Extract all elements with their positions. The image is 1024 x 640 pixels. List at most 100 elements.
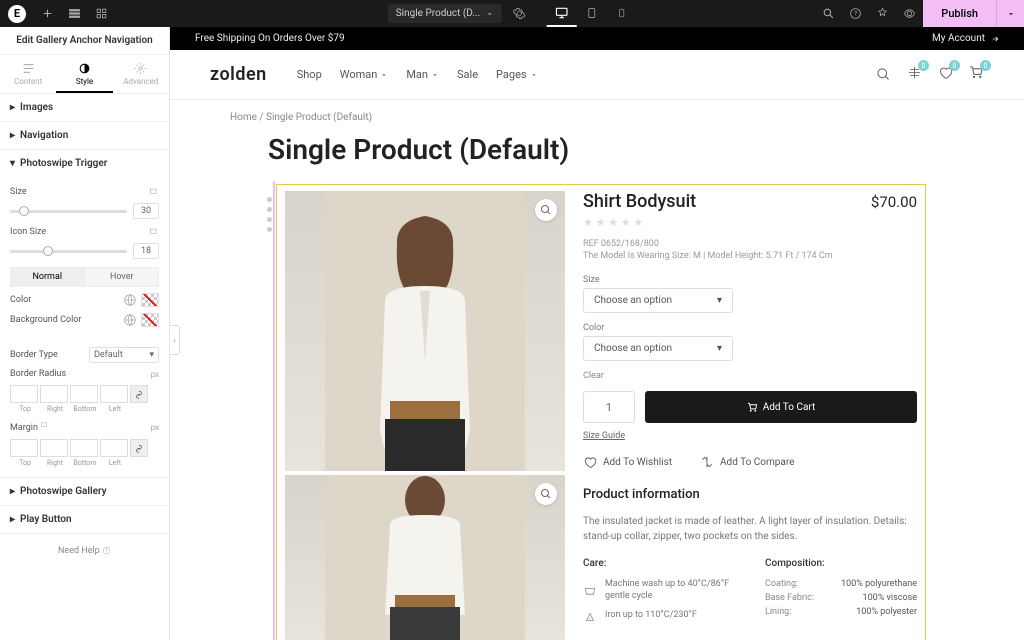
responsive-icon[interactable] <box>149 227 159 237</box>
radius-right[interactable] <box>40 385 68 403</box>
zoom-icon[interactable] <box>535 483 557 505</box>
tablet-device-icon[interactable] <box>576 0 606 27</box>
nav-woman[interactable]: Woman <box>340 68 389 81</box>
product-name: Shirt Bodysuit <box>583 191 696 212</box>
add-to-cart-button[interactable]: Add To Cart <box>645 391 917 423</box>
color-select[interactable]: Choose an option▾ <box>583 336 733 361</box>
tab-style[interactable]: Style <box>56 55 112 93</box>
product-image-1[interactable] <box>285 191 565 471</box>
nav-sale[interactable]: Sale <box>457 68 478 81</box>
search-icon[interactable] <box>815 0 842 27</box>
margin-left[interactable] <box>100 439 128 457</box>
radius-link-icon[interactable] <box>130 385 148 403</box>
radius-bottom[interactable] <box>70 385 98 403</box>
margin-link-icon[interactable] <box>130 439 148 457</box>
clear-link[interactable]: Clear <box>583 371 917 381</box>
color-label: Color <box>583 323 917 333</box>
margin-bottom[interactable] <box>70 439 98 457</box>
composition-title: Composition: <box>765 558 917 569</box>
quantity-input[interactable]: 1 <box>583 391 635 423</box>
breadcrumb-home[interactable]: Home <box>230 112 257 123</box>
care-title: Care: <box>583 558 735 569</box>
icon-size-input[interactable] <box>133 243 159 259</box>
size-input[interactable] <box>133 203 159 219</box>
section-photoswipe-gallery[interactable]: ▸ Photoswipe Gallery <box>0 478 169 505</box>
product-price: $70.00 <box>871 193 917 211</box>
bg-color-picker[interactable] <box>141 313 159 327</box>
radius-top[interactable] <box>10 385 38 403</box>
comp-row: Base Fabric:100% viscose <box>765 593 917 603</box>
global-bg-icon[interactable] <box>123 313 137 327</box>
margin-label: Margin <box>10 421 49 433</box>
nav-shop[interactable]: Shop <box>297 68 322 81</box>
color-picker[interactable] <box>141 293 159 307</box>
mobile-device-icon[interactable] <box>606 0 636 27</box>
add-compare-button[interactable]: Add To Compare <box>700 455 794 469</box>
breadcrumb: Home / Single Product (Default) <box>170 100 1024 123</box>
radius-left[interactable] <box>100 385 128 403</box>
add-wishlist-button[interactable]: Add To Wishlist <box>583 455 672 469</box>
help-icon[interactable]: ? <box>842 0 869 27</box>
zoom-icon[interactable] <box>535 199 557 221</box>
state-normal[interactable]: Normal <box>10 267 85 287</box>
responsive-icon[interactable] <box>149 187 159 197</box>
comp-row: Lining:100% polyester <box>765 607 917 617</box>
care-item: Iron up to 110°C/230°F <box>583 610 735 624</box>
color-label: Color <box>10 295 31 305</box>
tab-content[interactable]: Content <box>0 55 56 93</box>
site-logo[interactable]: zolden <box>210 64 267 85</box>
comp-row: Coating:100% polyurethane <box>765 579 917 589</box>
document-selector[interactable]: Single Product (D... <box>388 4 502 23</box>
product-info-title: Product information <box>583 487 917 502</box>
section-images[interactable]: ▸ Images <box>0 94 169 121</box>
my-account-link[interactable]: My Account <box>932 33 999 44</box>
product-ref: REF 0652/168/800 <box>583 239 917 249</box>
size-guide-link[interactable]: Size Guide <box>583 431 917 441</box>
model-info: The Model Is Wearing Size: M | Model Hei… <box>583 251 917 261</box>
size-label: Size <box>583 275 917 285</box>
doc-settings-icon[interactable] <box>505 0 532 27</box>
publish-options-button[interactable] <box>996 0 1024 27</box>
product-image-2[interactable] <box>285 475 565 640</box>
border-type-label: Border Type <box>10 350 58 360</box>
elementor-logo[interactable]: E <box>8 5 26 23</box>
global-color-icon[interactable] <box>123 293 137 307</box>
cart-icon[interactable]: 0 <box>969 65 984 84</box>
wishlist-icon[interactable]: 0 <box>938 65 953 84</box>
desktop-device-icon[interactable] <box>546 0 576 27</box>
site-settings-icon[interactable] <box>88 0 115 27</box>
border-radius-label: Border Radius <box>10 369 66 379</box>
gallery-nav-dots[interactable] <box>267 197 272 232</box>
tab-advanced[interactable]: Advanced <box>113 55 169 93</box>
preview-icon[interactable] <box>896 0 923 27</box>
compare-icon[interactable]: 0 <box>907 65 922 84</box>
nav-man[interactable]: Man <box>406 68 439 81</box>
promo-text: Free Shipping On Orders Over $79 <box>195 33 345 44</box>
search-icon[interactable] <box>876 67 891 82</box>
icon-size-label: Icon Size <box>10 227 46 237</box>
collapse-sidebar-button[interactable]: ‹ <box>170 325 180 355</box>
icon-size-slider[interactable] <box>10 250 127 253</box>
section-photoswipe-trigger[interactable]: ▾ Photoswipe Trigger <box>0 150 169 177</box>
size-select[interactable]: Choose an option▾ <box>583 288 733 313</box>
structure-icon[interactable] <box>61 0 88 27</box>
margin-top[interactable] <box>10 439 38 457</box>
publish-button[interactable]: Publish <box>923 0 996 27</box>
svg-text:?: ? <box>854 10 857 18</box>
state-hover[interactable]: Hover <box>85 267 160 287</box>
page-title: Single Product (Default) <box>170 123 1024 184</box>
bg-color-label: Background Color <box>10 315 81 325</box>
border-type-select[interactable]: Default▾ <box>89 347 159 363</box>
rating-stars: ★ ★ ★ ★ ★ <box>583 216 917 229</box>
care-item: Machine wash up to 40°C/86°F gentle cycl… <box>583 579 735 602</box>
section-navigation[interactable]: ▸ Navigation <box>0 122 169 149</box>
svg-text:?: ? <box>105 548 107 554</box>
section-play-button[interactable]: ▸ Play Button <box>0 506 169 533</box>
nav-pages[interactable]: Pages <box>496 68 538 81</box>
margin-right[interactable] <box>40 439 68 457</box>
add-element-icon[interactable] <box>34 0 61 27</box>
need-help-link[interactable]: Need Help ? <box>0 534 169 568</box>
size-slider[interactable] <box>10 210 127 213</box>
product-info-desc: The insulated jacket is made of leather.… <box>583 514 917 544</box>
whats-new-icon[interactable] <box>869 0 896 27</box>
